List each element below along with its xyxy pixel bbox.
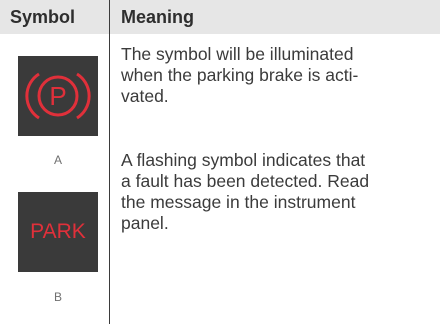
header-meaning: Meaning (121, 7, 195, 27)
meaning-line: when the parking brake is acti- (121, 65, 359, 85)
column-divider (109, 0, 110, 324)
meaning-line: A flashing symbol indicates that (121, 150, 366, 170)
meaning-paragraph-1: The symbol will be illuminated when the … (121, 44, 433, 107)
symbol-table: Symbol Meaning P A PARK B The symbol wil… (0, 0, 440, 324)
meaning-line: the message in the instrument (121, 192, 356, 212)
parking-brake-circle-p-icon: P (18, 56, 98, 136)
symbol-label-b: B (53, 290, 62, 304)
meaning-line: a fault has been detected. Read (121, 171, 370, 191)
symbol-label-a: A (53, 153, 62, 167)
svg-text:P: P (49, 81, 66, 111)
park-text-icon: PARK (18, 192, 98, 272)
meaning-line: panel. (121, 213, 169, 233)
meaning-line: The symbol will be illuminated (121, 44, 354, 64)
meaning-line: vated. (121, 86, 169, 106)
table-header: Symbol Meaning (0, 0, 440, 34)
meaning-paragraph-2: A flashing symbol indicates that a fault… (121, 150, 433, 234)
park-text: PARK (30, 220, 86, 243)
header-symbol: Symbol (10, 7, 76, 27)
